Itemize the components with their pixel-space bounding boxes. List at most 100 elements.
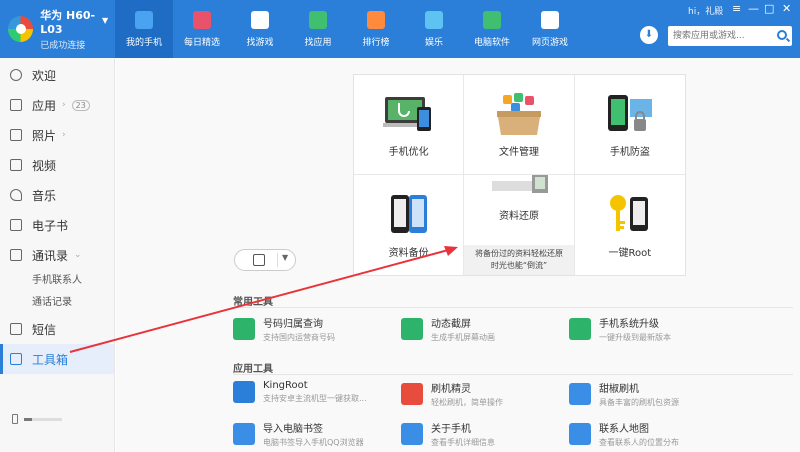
tool-name: 关于手机 <box>431 424 471 435</box>
tool-desc: 支持安卓主流机型一键获取... <box>263 394 367 403</box>
tool-desc: 具备丰富的刷机包资源 <box>599 398 679 407</box>
tile-label: 资料备份 <box>388 248 429 259</box>
close-button[interactable]: ✕ <box>782 3 791 15</box>
pc-software-icon <box>483 10 501 29</box>
tool-item[interactable]: KingRoot 支持安卓主流机型一键获取... <box>233 380 367 404</box>
tab-label: 找应用 <box>304 37 332 48</box>
tool-desc: 查看手机详细信息 <box>431 438 495 447</box>
storage-bar-fill <box>24 418 32 421</box>
sidebar-item-contacts[interactable]: 通讯录 ⌄ <box>0 240 114 270</box>
tool-item[interactable]: 刷机精灵轻松刷机，简单操作 <box>401 380 503 408</box>
sidebar-item-label: 电子书 <box>32 218 69 233</box>
tab-label: 每日精选 <box>183 37 220 48</box>
menu-icon[interactable]: ≡ <box>732 3 741 15</box>
tile-phone-optimize[interactable]: 手机优化 <box>354 75 465 175</box>
device-info[interactable]: 华为 H60-L03 已成功连接 ▼ <box>0 0 115 58</box>
image-icon <box>10 129 22 141</box>
sidebar-item-label: 照片 <box>32 128 57 143</box>
backup-phones-icon <box>390 195 427 233</box>
sidebar-item-ebooks[interactable]: 电子书 <box>0 210 114 240</box>
sidebar-item-photos[interactable]: 照片 › <box>0 120 114 150</box>
tool-item[interactable]: 手机系统升级 一键升级到最新版本 <box>569 315 671 343</box>
toolbox-panel: 手机优化 文件管理 手机防盗 资料备份 资料还原 将备份过的资料轻松还原 时光也… <box>116 58 800 452</box>
phone-lock-icon <box>607 95 652 131</box>
tab-daily-picks[interactable]: 每日精选 <box>173 0 231 58</box>
tab-web-games[interactable]: 网页游戏 <box>521 0 579 58</box>
tool-name: 甜椒刷机 <box>599 384 639 395</box>
minimize-button[interactable]: — <box>748 3 759 15</box>
tile-anti-theft[interactable]: 手机防盗 <box>574 75 685 175</box>
tile-data-backup[interactable]: 资料备份 <box>354 175 465 275</box>
tool-item[interactable]: 导入电脑书签电脑书签导入手机QQ浏览器 <box>233 420 364 448</box>
tool-item[interactable]: 关于手机查看手机详细信息 <box>401 420 495 448</box>
tab-label: 我的手机 <box>125 37 162 48</box>
tab-label: 排行榜 <box>362 37 390 48</box>
tool-item[interactable]: 号码归属查询 支持国内运营商号码 <box>233 315 335 343</box>
tab-label: 电脑软件 <box>473 37 510 48</box>
sidebar-item-music[interactable]: 音乐 <box>0 180 114 210</box>
device-status: 已成功连接 <box>40 41 86 51</box>
chevron-down-icon[interactable]: ▼ <box>282 253 288 262</box>
chevron-right-icon: › <box>62 100 66 110</box>
tool-name: KingRoot <box>263 380 308 391</box>
tool-name: 刷机精灵 <box>431 384 471 395</box>
sidebar-item-toolbox[interactable]: 工具箱 <box>0 344 114 374</box>
tab-entertainment[interactable]: 娱乐 <box>405 0 463 58</box>
tab-find-games[interactable]: 找游戏 <box>231 0 289 58</box>
add-icon <box>253 254 265 266</box>
tool-icon <box>401 423 423 445</box>
tab-pc-software[interactable]: 电脑软件 <box>463 0 521 58</box>
phone-storage-icon <box>12 414 18 424</box>
sidebar-item-sms[interactable]: 短信 <box>0 314 114 344</box>
tab-label: 网页游戏 <box>531 37 568 48</box>
tool-item[interactable]: 联系人地图 查看联系人的位置分布 <box>569 420 679 448</box>
tile-file-manager[interactable]: 文件管理 <box>464 75 575 175</box>
tile-one-click-root[interactable]: 一键Root <box>575 175 685 275</box>
download-icon[interactable]: ⬇ <box>640 26 658 44</box>
tile-data-restore[interactable]: 资料还原 将备份过的资料轻松还原 时光也能“倒流” <box>464 175 575 275</box>
tile-label: 文件管理 <box>498 147 539 158</box>
tool-name: 导入电脑书签 <box>263 424 323 435</box>
sidebar-item-label: 工具箱 <box>32 352 69 367</box>
feature-tiles: 手机优化 文件管理 手机防盗 资料备份 资料还原 将备份过的资料轻松还原 时光也… <box>353 74 686 276</box>
tab-label: 找游戏 <box>246 37 274 48</box>
search-input[interactable] <box>668 26 772 46</box>
sidebar-item-label: 通讯录 <box>32 248 69 263</box>
main-nav: 我的手机 每日精选 找游戏 找应用 排行榜 娱乐 电脑软件 网页游戏 <box>115 0 579 58</box>
tab-rankings[interactable]: 排行榜 <box>347 0 405 58</box>
tool-desc: 轻松刷机，简单操作 <box>431 398 503 407</box>
search-icon[interactable] <box>777 30 787 40</box>
sidebar-item-welcome[interactable]: 欢迎 <box>0 60 114 90</box>
my-phone-icon <box>135 10 153 29</box>
tab-label: 娱乐 <box>424 37 443 48</box>
restore-devices-icon <box>492 175 549 193</box>
add-tool-button[interactable]: ▼ <box>234 249 296 271</box>
file-box-icon <box>496 93 541 135</box>
sidebar: 欢迎 应用 › 23 照片 › 视频 音乐 电子书 通讯录 ⌄ 手机联系人 通话… <box>0 58 115 452</box>
sidebar-subitem-call-log[interactable]: 通话记录 <box>0 292 114 314</box>
user-greeting[interactable]: hi，礼殿 <box>688 4 723 17</box>
tab-find-apps[interactable]: 找应用 <box>289 0 347 58</box>
chevron-down-icon[interactable]: ▼ <box>102 16 108 25</box>
tool-desc: 生成手机屏幕动画 <box>431 333 495 342</box>
tool-desc: 电脑书签导入手机QQ浏览器 <box>263 438 364 447</box>
sidebar-item-apps[interactable]: 应用 › 23 <box>0 90 114 120</box>
maximize-button[interactable]: □ <box>764 3 774 15</box>
sidebar-item-label: 音乐 <box>32 188 57 203</box>
music-note-icon <box>10 189 22 201</box>
tool-item[interactable]: 动态截屏 生成手机屏幕动画 <box>401 315 495 343</box>
sidebar-item-label: 视频 <box>32 158 57 173</box>
entertainment-icon <box>425 10 443 29</box>
sidebar-item-label: 应用 <box>32 98 57 113</box>
tool-icon <box>569 383 591 405</box>
tool-item[interactable]: 甜椒刷机具备丰富的刷机包资源 <box>569 380 679 408</box>
storage-bar[interactable] <box>24 418 62 421</box>
sidebar-subitem-phone-contacts[interactable]: 手机联系人 <box>0 270 114 292</box>
apps-count-badge: 23 <box>71 99 90 111</box>
sidebar-item-videos[interactable]: 视频 <box>0 150 114 180</box>
tool-icon <box>569 318 591 340</box>
sidebar-item-label: 欢迎 <box>32 68 57 83</box>
tile-label: 手机防盗 <box>609 147 650 158</box>
tab-my-phone[interactable]: 我的手机 <box>115 0 173 58</box>
search-box <box>668 26 792 46</box>
